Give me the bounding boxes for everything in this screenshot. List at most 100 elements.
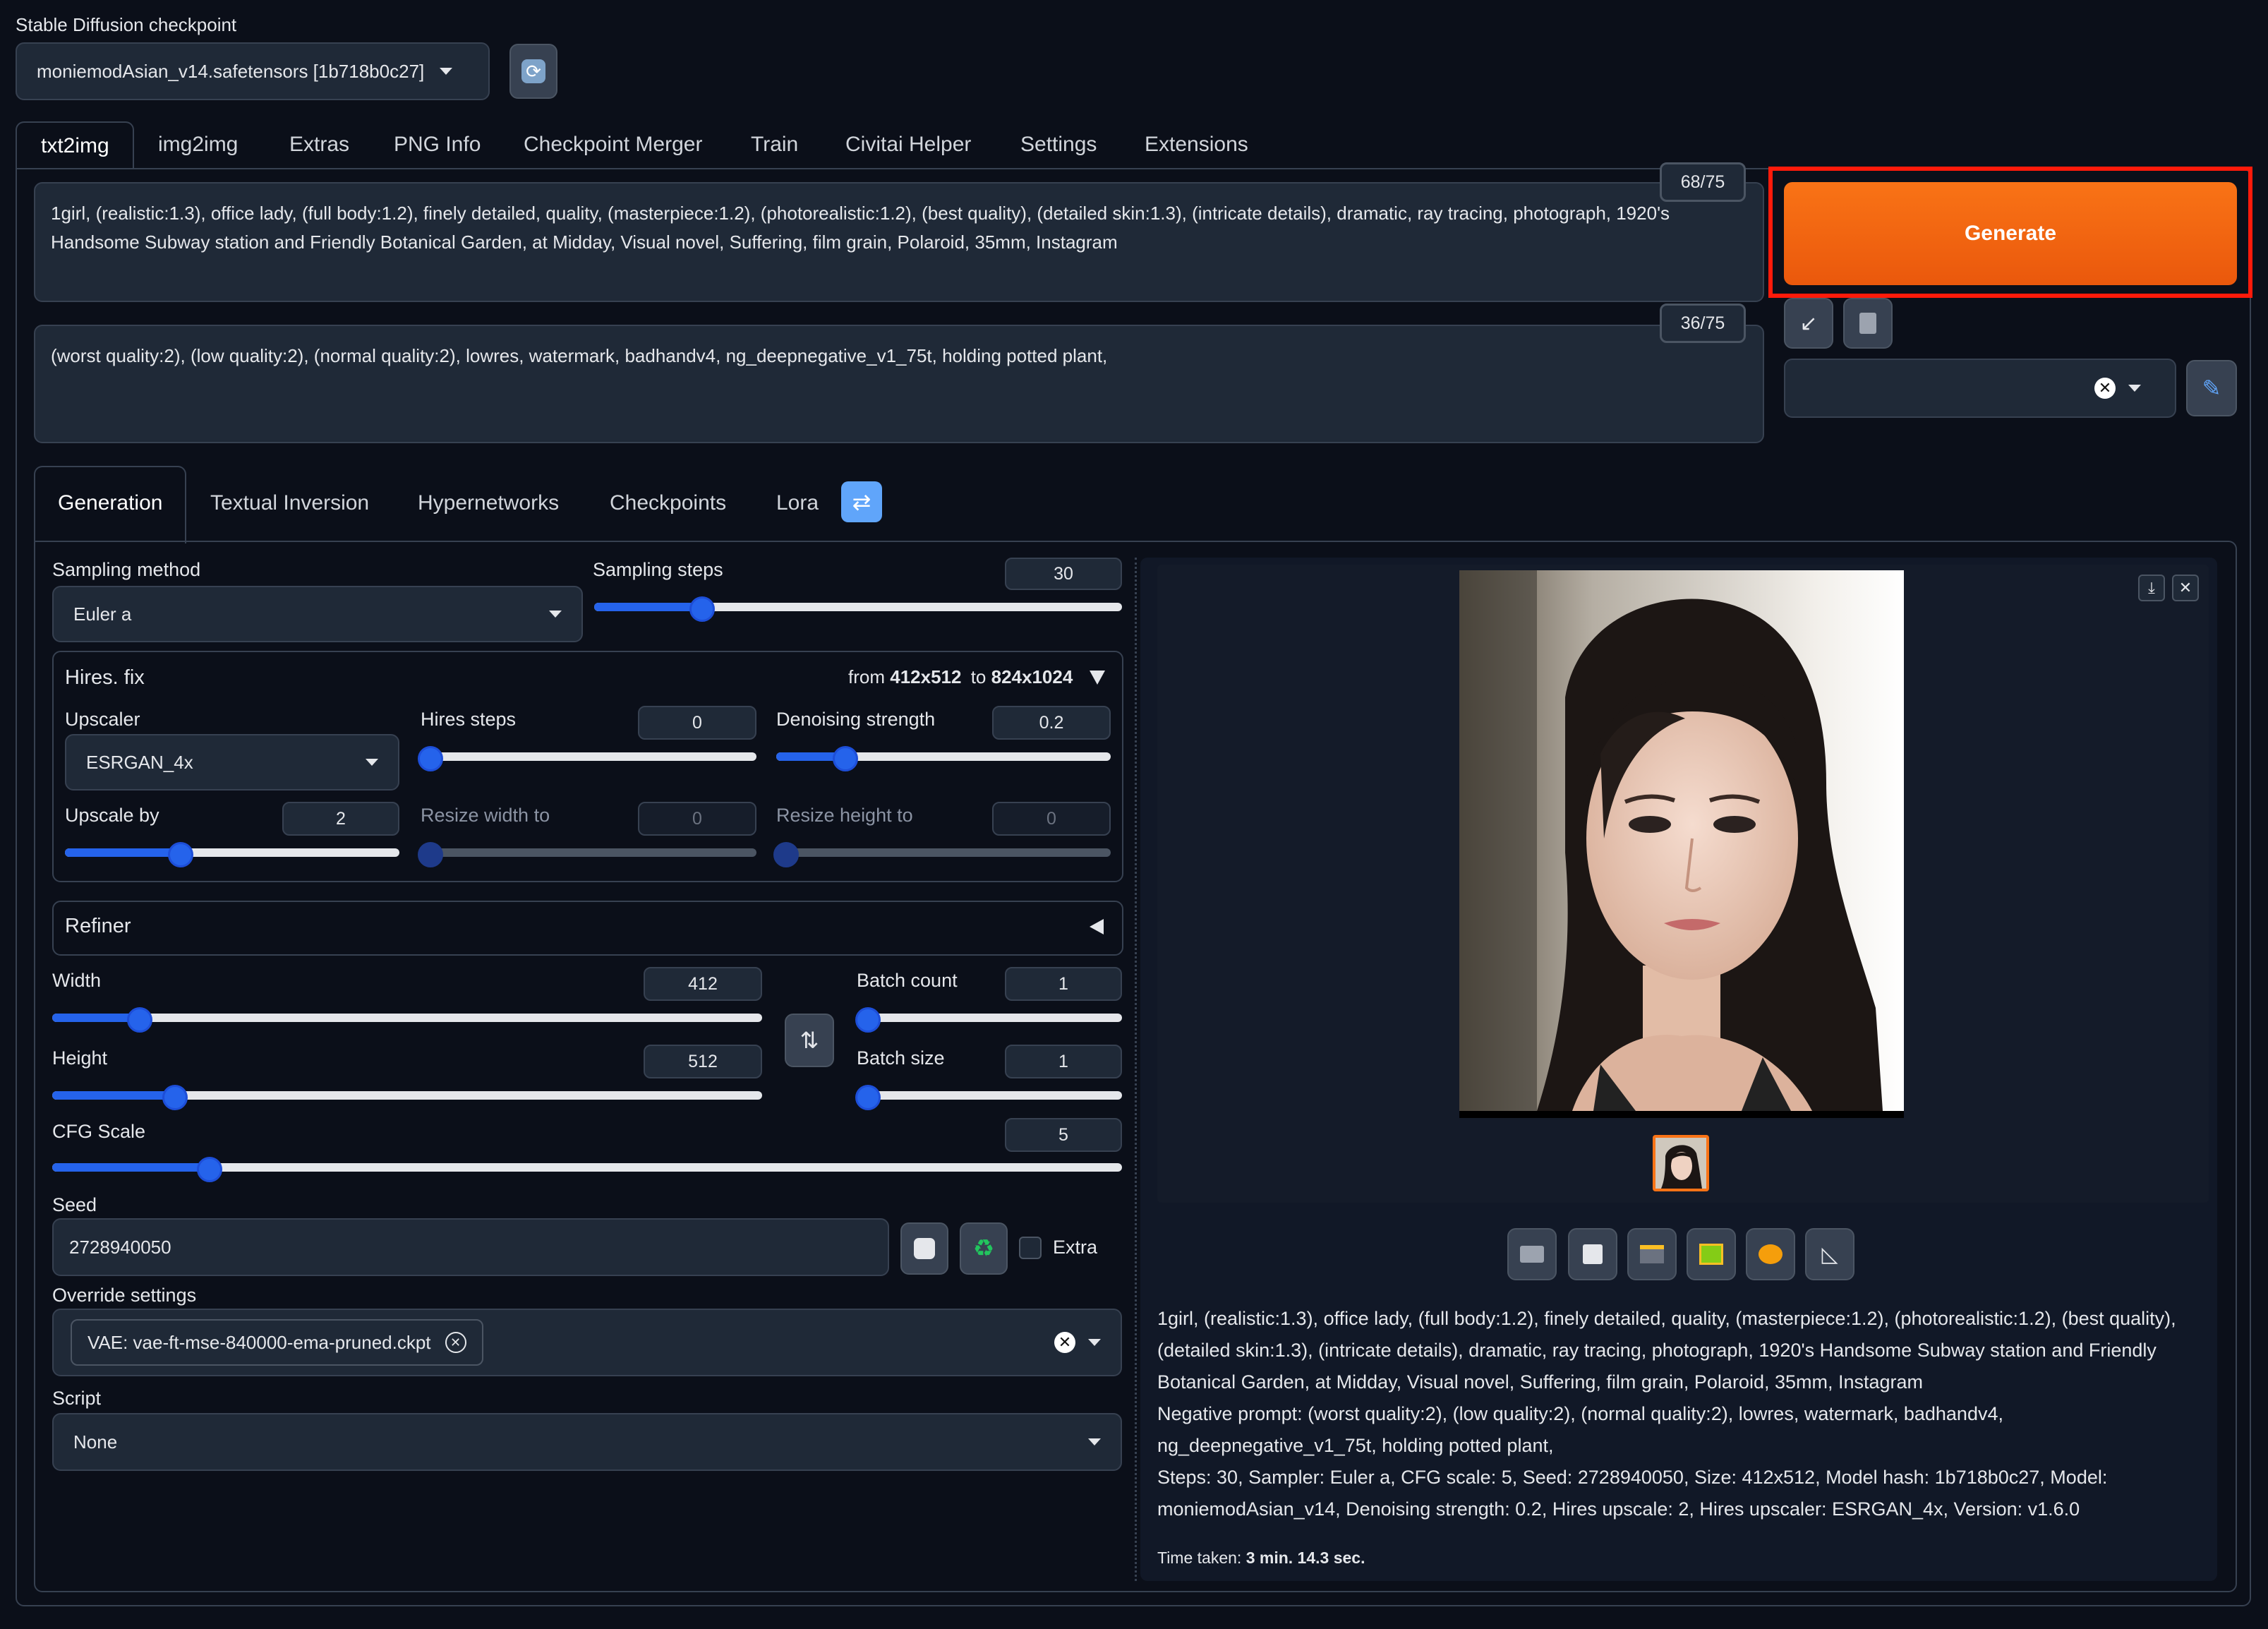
denoising-input[interactable]: 0.2 <box>992 706 1111 740</box>
positive-prompt-textarea[interactable]: 1girl, (realistic:1.3), office lady, (fu… <box>34 182 1764 302</box>
negative-prompt-textarea[interactable]: (worst quality:2), (low quality:2), (nor… <box>34 325 1764 443</box>
tab-textual-inversion[interactable]: Textual Inversion <box>210 491 369 515</box>
height-slider[interactable] <box>52 1085 762 1110</box>
tab-img2img[interactable]: img2img <box>158 133 238 157</box>
styles-select[interactable]: ✕ <box>1784 359 2176 418</box>
zip-button[interactable] <box>1627 1228 1677 1280</box>
slider-handle[interactable] <box>855 1007 881 1033</box>
checkpoint-select[interactable]: moniemodAsian_v14.safetensors [1b718b0c2… <box>16 42 490 100</box>
tab-hypernetworks[interactable]: Hypernetworks <box>418 491 559 515</box>
image-bottom-bar <box>1459 1111 1904 1118</box>
upscaler-select[interactable]: ESRGAN_4x <box>65 734 399 791</box>
slider-handle[interactable] <box>126 1007 152 1033</box>
resize-width-slider[interactable] <box>418 842 756 867</box>
download-image-button[interactable]: ⤓ <box>2138 575 2165 601</box>
send-to-img2img-button[interactable] <box>1687 1228 1736 1280</box>
tab-png-info[interactable]: PNG Info <box>394 133 481 157</box>
swap-dimensions-button[interactable]: ⇅ <box>785 1014 834 1067</box>
denoising-slider[interactable] <box>776 746 1111 771</box>
recycle-icon: ♻ <box>972 1235 995 1262</box>
seed-label: Seed <box>52 1194 97 1215</box>
batch-count-slider[interactable] <box>855 1007 1122 1033</box>
checkpoint-value: moniemodAsian_v14.safetensors [1b718b0c2… <box>37 60 425 82</box>
cfg-scale-slider[interactable] <box>52 1157 1122 1182</box>
slider-fill <box>52 1091 174 1100</box>
sampling-method-select[interactable]: Euler a <box>52 586 583 642</box>
slider-handle[interactable] <box>832 746 858 771</box>
clear-icon[interactable]: ✕ <box>1054 1332 1075 1353</box>
time-taken-label: Time taken: <box>1157 1549 1242 1567</box>
width-input[interactable]: 412 <box>644 967 762 1001</box>
tab-civitai-helper[interactable]: Civitai Helper <box>845 133 971 157</box>
save-button[interactable] <box>1568 1228 1617 1280</box>
paste-params-button[interactable]: ↙ <box>1784 298 1833 349</box>
clear-icon[interactable]: ✕ <box>2094 378 2116 399</box>
slider-handle[interactable] <box>773 842 799 867</box>
generated-image[interactable] <box>1459 570 1904 1111</box>
batch-size-input[interactable]: 1 <box>1005 1045 1122 1078</box>
from-value: 412x512 <box>890 666 962 687</box>
hires-fix-title[interactable]: Hires. fix <box>65 666 145 690</box>
slider-handle[interactable] <box>855 1085 881 1110</box>
refresh-networks-button[interactable]: ⇄ <box>841 481 882 522</box>
width-slider[interactable] <box>52 1007 762 1033</box>
send-to-inpaint-button[interactable] <box>1746 1228 1795 1280</box>
extra-checkbox[interactable] <box>1019 1237 1042 1259</box>
positive-token-count: 68/75 <box>1660 162 1746 202</box>
collapse-triangle-icon[interactable] <box>1090 671 1105 685</box>
tab-checkpoints[interactable]: Checkpoints <box>610 491 726 515</box>
slider-handle[interactable] <box>418 842 443 867</box>
resize-height-input[interactable]: 0 <box>992 802 1111 836</box>
override-chip-label: VAE: vae-ft-mse-840000-ema-pruned.ckpt <box>88 1331 431 1353</box>
resize-width-input[interactable]: 0 <box>638 802 756 836</box>
sampling-steps-slider[interactable] <box>594 596 1122 622</box>
chevron-down-icon <box>1088 1438 1101 1445</box>
sampling-steps-input[interactable]: 30 <box>1005 558 1122 590</box>
batch-size-slider[interactable] <box>855 1085 1122 1110</box>
gallery-thumbnail[interactable] <box>1653 1135 1709 1191</box>
brush-icon: ✎ <box>2202 375 2221 401</box>
send-to-extras-button[interactable]: ◺ <box>1805 1228 1854 1280</box>
random-seed-button[interactable] <box>900 1222 948 1275</box>
cfg-scale-input[interactable]: 5 <box>1005 1118 1122 1152</box>
batch-count-input[interactable]: 1 <box>1005 967 1122 1001</box>
tab-lora[interactable]: Lora <box>776 491 819 515</box>
slider-handle[interactable] <box>196 1157 222 1182</box>
seed-input[interactable]: 2728940050 <box>52 1218 889 1276</box>
hires-steps-input[interactable]: 0 <box>638 706 756 740</box>
edit-styles-button[interactable]: ✎ <box>2186 360 2237 416</box>
refresh-checkpoint-button[interactable]: ⟳ <box>509 44 557 99</box>
tab-txt2img[interactable]: txt2img <box>16 121 134 169</box>
tab-extras[interactable]: Extras <box>289 133 349 157</box>
script-select[interactable]: None <box>52 1413 1122 1471</box>
tab-settings[interactable]: Settings <box>1020 133 1097 157</box>
slider-handle[interactable] <box>418 746 443 771</box>
reuse-seed-button[interactable]: ♻ <box>960 1222 1008 1275</box>
generate-button[interactable]: Generate <box>1784 182 2237 285</box>
tab-generation[interactable]: Generation <box>34 466 186 543</box>
refiner-panel[interactable] <box>52 901 1123 956</box>
upscaler-label: Upscaler <box>65 709 140 730</box>
upscale-by-input[interactable]: 2 <box>282 802 399 836</box>
slider-handle[interactable] <box>168 842 194 867</box>
time-taken: Time taken: 3 min. 14.3 sec. <box>1157 1549 1365 1568</box>
cfg-scale-label: CFG Scale <box>52 1121 146 1142</box>
height-input[interactable]: 512 <box>644 1045 762 1078</box>
close-image-button[interactable]: ✕ <box>2172 575 2199 601</box>
override-settings-select[interactable]: VAE: vae-ft-mse-840000-ema-pruned.ckpt ✕… <box>52 1309 1122 1376</box>
tab-train[interactable]: Train <box>751 133 798 157</box>
clear-prompt-button[interactable] <box>1843 298 1893 349</box>
override-settings-label: Override settings <box>52 1285 197 1306</box>
tab-extensions[interactable]: Extensions <box>1145 133 1248 157</box>
upscale-by-slider[interactable] <box>65 842 399 867</box>
slider-handle[interactable] <box>162 1085 188 1110</box>
resize-height-slider[interactable] <box>773 842 1111 867</box>
hires-steps-slider[interactable] <box>418 746 756 771</box>
expand-triangle-icon[interactable] <box>1090 919 1104 934</box>
height-label: Height <box>52 1047 108 1069</box>
negative-prompt-text: (worst quality:2), (low quality:2), (nor… <box>51 345 1108 366</box>
slider-handle[interactable] <box>689 596 715 622</box>
remove-chip-icon[interactable]: ✕ <box>445 1332 466 1353</box>
tab-checkpoint-merger[interactable]: Checkpoint Merger <box>524 133 702 157</box>
open-folder-button[interactable] <box>1507 1228 1557 1280</box>
